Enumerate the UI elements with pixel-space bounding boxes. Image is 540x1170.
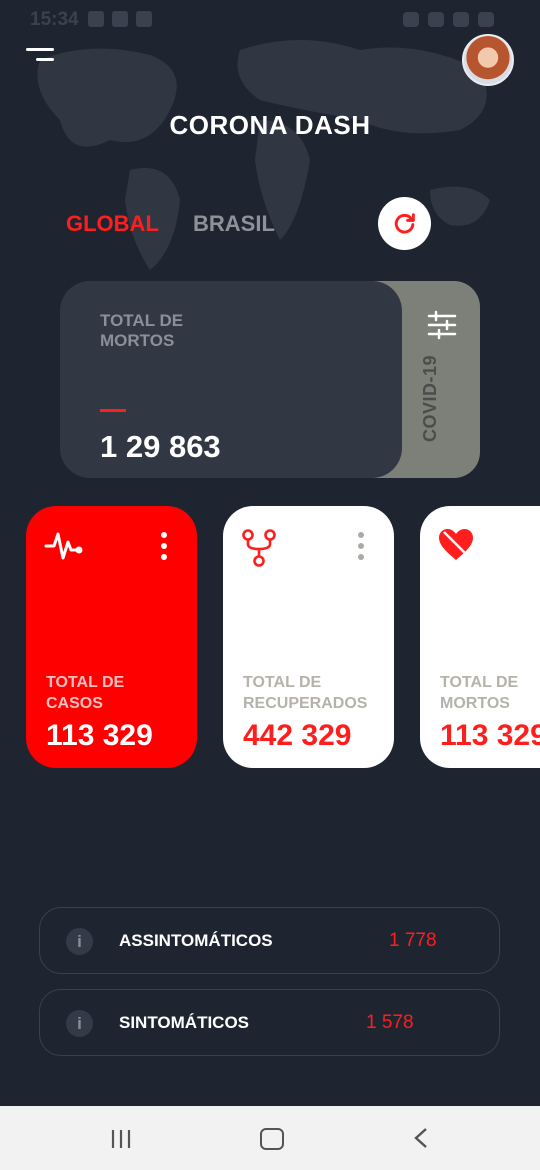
stat-value: 113 329 (46, 719, 153, 752)
branch-icon (242, 529, 276, 567)
stat-label: TOTAL DE MORTOS (440, 672, 518, 714)
check-notification-icon (136, 11, 152, 27)
info-label: SINTOMÁTICOS (119, 1013, 250, 1032)
asymptomatic-row[interactable]: i ASSINTOMÁTICOS 1 778 (39, 907, 500, 974)
info-icon: i (66, 1010, 93, 1037)
broken-heart-icon (439, 529, 473, 560)
more-options-icon[interactable] (357, 532, 365, 562)
menu-icon-line-top (26, 48, 54, 51)
signal-icon (478, 12, 494, 27)
mute-icon (428, 12, 444, 27)
main-card-label: TOTAL DE MORTOS (100, 311, 184, 350)
navigation-bar (0, 1106, 540, 1170)
tab-global[interactable]: GLOBAL (66, 211, 159, 237)
refresh-icon (394, 213, 415, 234)
stat-label: TOTAL DE RECUPERADOS (243, 672, 367, 714)
stat-label-line2: RECUPERADOS (243, 695, 368, 712)
symptomatic-row[interactable]: i SINTOMÁTICOS 1 578 (39, 989, 500, 1056)
heartbeat-icon (44, 532, 83, 560)
tab-brasil[interactable]: BRASIL (193, 211, 275, 237)
page-title: CORONA DASH (169, 110, 371, 140)
accent-dash (100, 409, 126, 412)
home-icon[interactable] (260, 1128, 284, 1150)
main-card-value: 1 29 863 (100, 429, 221, 464)
back-icon[interactable] (414, 1128, 428, 1148)
wifi-icon (453, 12, 469, 27)
avatar[interactable] (462, 34, 514, 86)
info-label: ASSINTOMÁTICOS (119, 931, 273, 950)
app-notification-icon (88, 11, 104, 27)
total-recovered-card[interactable]: TOTAL DE RECUPERADOS 442 329 (223, 506, 394, 768)
stat-label-line1: TOTAL DE (243, 674, 322, 691)
notification-icons (88, 11, 152, 27)
refresh-button[interactable] (378, 197, 431, 250)
menu-icon-line-bottom (36, 58, 54, 61)
info-value: 1 578 (366, 1012, 414, 1033)
alarm-icon (403, 12, 419, 27)
recent-apps-icon[interactable] (111, 1130, 131, 1148)
status-time: 15:34 (30, 9, 79, 30)
stat-label-line2: CASOS (46, 695, 103, 712)
total-deaths-small-card[interactable]: TOTAL DE MORTOS 113 329 (420, 506, 540, 768)
system-icons (403, 12, 494, 27)
chart-notification-icon (112, 11, 128, 27)
info-icon: i (66, 928, 93, 955)
menu-button[interactable] (26, 44, 58, 68)
stat-label-line1: TOTAL DE (440, 674, 519, 691)
stat-value: 113 329 (440, 719, 540, 752)
stat-value: 442 329 (243, 719, 352, 752)
world-map-background (37, 40, 490, 270)
stat-label-line1: TOTAL DE (46, 674, 125, 691)
status-bar: 15:34 (0, 0, 540, 40)
stat-label: TOTAL DE CASOS (46, 672, 124, 714)
covid-label: COVID-19 (420, 354, 440, 442)
total-cases-card[interactable]: TOTAL DE CASOS 113 329 (26, 506, 197, 768)
sliders-icon[interactable] (427, 310, 457, 340)
info-value: 1 778 (389, 930, 437, 951)
more-options-icon[interactable] (160, 532, 168, 562)
stat-label-line2: MORTOS (440, 695, 510, 712)
total-deaths-card[interactable]: TOTAL DE MORTOS 1 29 863 (60, 281, 402, 478)
